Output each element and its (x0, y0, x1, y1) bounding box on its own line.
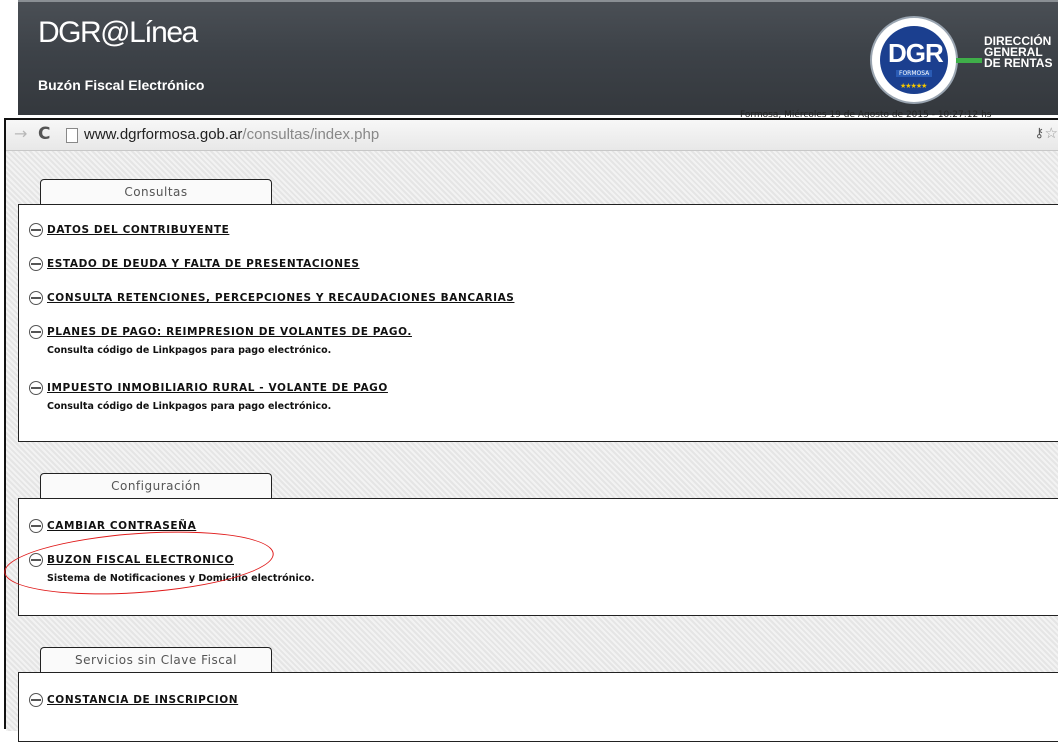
logo-text: DIRECCIÓN GENERAL DE RENTAS (984, 35, 1053, 70)
tab-consultas: Consultas (40, 179, 272, 205)
page-content: Consultas DATOS DEL CONTRIBUYENTE ESTADO… (6, 151, 1058, 742)
item-description: Consulta código de Linkpagos para pago e… (47, 345, 332, 356)
link-planes-de-pago[interactable]: PLANES DE PAGO: REIMPRESION DE VOLANTES … (47, 325, 412, 339)
tab-configuracion: Configuración (40, 473, 272, 499)
consultas-panel: DATOS DEL CONTRIBUYENTE ESTADO DE DEUDA … (18, 204, 1058, 442)
forward-arrow-icon[interactable]: → (14, 124, 27, 143)
item-description: Sistema de Notificaciones y Domicilio el… (47, 573, 315, 584)
link-constancia-inscripcion[interactable]: CONSTANCIA DE INSCRIPCION (47, 693, 238, 707)
circle-bullet-icon (29, 519, 43, 533)
header-banner: DGR@Línea Buzón Fiscal Electrónico DGR F… (0, 0, 1058, 120)
link-impuesto-inmobiliario[interactable]: IMPUESTO INMOBILIARIO RURAL - VOLANTE DE… (47, 381, 388, 395)
link-datos-contribuyente[interactable]: DATOS DEL CONTRIBUYENTE (47, 223, 229, 237)
servicios-panel: CONSTANCIA DE INSCRIPCION (18, 672, 1058, 742)
url-host: www.dgrformosa.gob.ar (84, 126, 243, 143)
circle-bullet-icon (29, 223, 43, 237)
item-description: Consulta código de Linkpagos para pago e… (47, 401, 332, 412)
bookmark-star-icon[interactable]: ☆ (1045, 124, 1058, 142)
circle-bullet-icon (29, 291, 43, 305)
link-cambiar-contrasena[interactable]: CAMBIAR CONTRASEÑA (47, 519, 196, 533)
circle-bullet-icon (29, 693, 43, 707)
circle-bullet-icon (29, 257, 43, 271)
configuracion-panel: CAMBIAR CONTRASEÑA BUZON FISCAL ELECTRON… (18, 498, 1058, 616)
stars-icon: ★★★★★ (900, 82, 927, 90)
reload-icon[interactable]: C (38, 124, 50, 144)
site-subtitle: Buzón Fiscal Electrónico (38, 77, 205, 93)
key-icon[interactable]: ⚷ (1034, 126, 1044, 141)
browser-window: → C www.dgrformosa.gob.ar/consultas/inde… (4, 118, 1058, 742)
site-brand[interactable]: DGR@Línea (38, 16, 198, 50)
tab-servicios-sin-clave: Servicios sin Clave Fiscal (40, 647, 272, 673)
link-estado-deuda[interactable]: ESTADO DE DEUDA Y FALTA DE PRESENTACIONE… (47, 257, 360, 271)
page-icon (66, 128, 78, 143)
circle-bullet-icon (29, 381, 43, 395)
logo-accent-bar (956, 58, 982, 63)
logo-acronym: DGR (888, 38, 944, 68)
browser-toolbar: → C www.dgrformosa.gob.ar/consultas/inde… (6, 120, 1058, 151)
circle-bullet-icon (29, 553, 43, 567)
logo-region: FORMOSA (896, 70, 933, 77)
url-path: /consultas/index.php (242, 126, 380, 143)
link-consulta-retenciones[interactable]: CONSULTA RETENCIONES, PERCEPCIONES Y REC… (47, 291, 514, 305)
circle-bullet-icon (29, 325, 43, 339)
address-bar[interactable]: www.dgrformosa.gob.ar/consultas/index.ph… (84, 126, 379, 143)
link-buzon-fiscal-electronico[interactable]: BUZON FISCAL ELECTRONICO (47, 553, 234, 567)
logo-line-3: DE RENTAS (984, 56, 1053, 70)
